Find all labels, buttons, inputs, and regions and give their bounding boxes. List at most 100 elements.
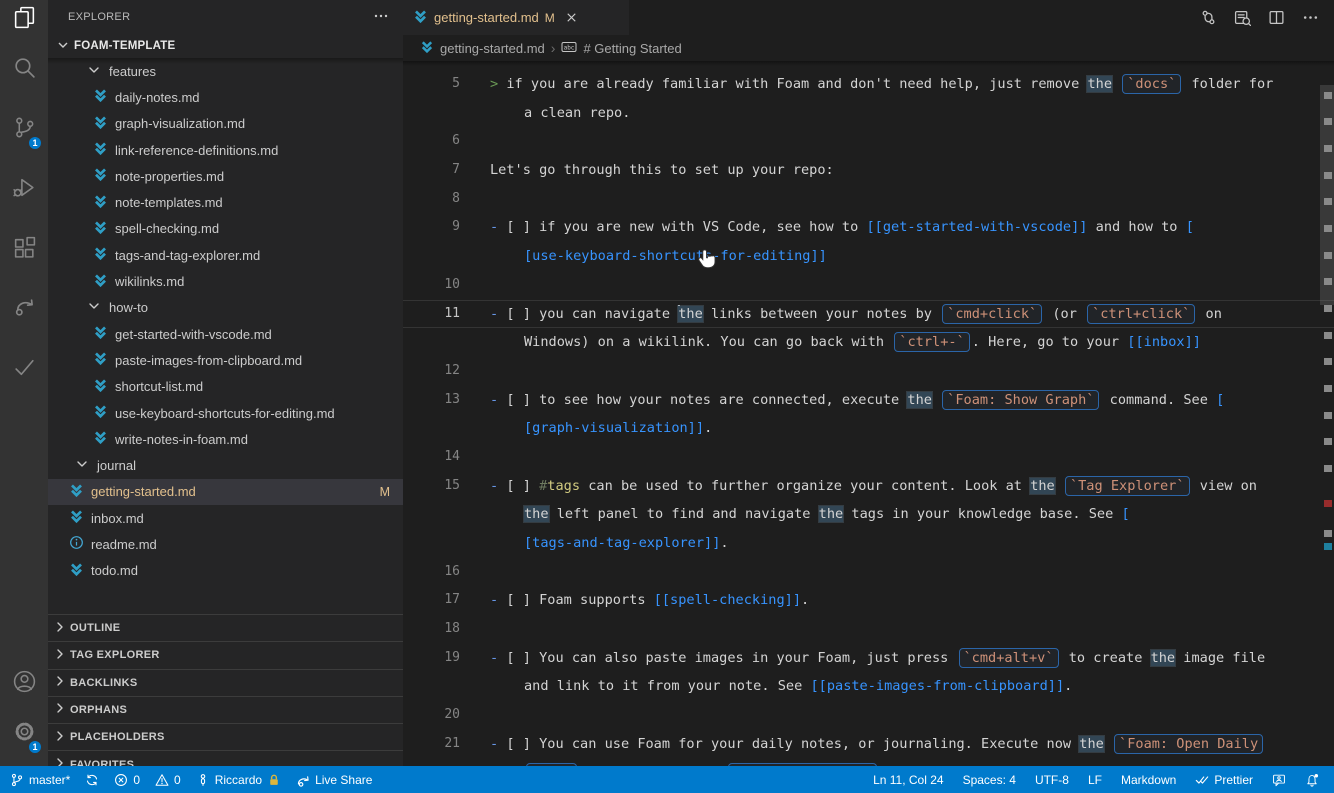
foam-file-icon	[93, 141, 108, 159]
activity-account-button[interactable]	[0, 664, 48, 704]
foam-file-icon	[93, 325, 108, 343]
tree-item-link-reference-definitions-md[interactable]: link-reference-definitions.md	[48, 137, 403, 163]
wikilink[interactable]: [	[1186, 219, 1194, 235]
section-placeholders[interactable]: PLACEHOLDERS	[48, 723, 403, 750]
status-errors[interactable]: 0	[114, 773, 140, 787]
tree-item-label: shortcut-list.md	[115, 379, 203, 394]
wikilink[interactable]: [tags-and-tag-explorer]]	[524, 535, 720, 551]
wikilink[interactable]: [[inbox]]	[1127, 334, 1201, 350]
feedback-icon	[1272, 773, 1286, 787]
close-icon[interactable]	[564, 10, 579, 25]
status-warnings[interactable]: 0	[155, 773, 181, 787]
tree-item-use-keyboard-shortcuts-for-editing-md[interactable]: use-keyboard-shortcuts-for-editing.md	[48, 400, 403, 426]
person-icon	[196, 773, 210, 787]
section-outline[interactable]: OUTLINE	[48, 614, 403, 641]
status-prettier[interactable]: Prettier	[1195, 773, 1253, 787]
tree-item-spell-checking-md[interactable]: spell-checking.md	[48, 216, 403, 242]
project-root-row[interactable]: FOAM-TEMPLATE	[48, 34, 403, 58]
more-actions-icon[interactable]	[373, 8, 389, 27]
activity-run-debug-button[interactable]	[0, 160, 48, 220]
line-content: - [ ] to see how your notes are connecte…	[460, 386, 1224, 415]
status-live-share[interactable]: Live Share	[296, 773, 372, 787]
section-orphans[interactable]: ORPHANS	[48, 696, 403, 723]
tree-item-graph-visualization-md[interactable]: graph-visualization.md	[48, 111, 403, 137]
tree-item-journal[interactable]: journal	[48, 452, 403, 478]
section-tag-explorer[interactable]: TAG EXPLORER	[48, 641, 403, 668]
line-number	[403, 529, 460, 558]
activity-live-share-button[interactable]	[0, 280, 48, 340]
tree-item-wikilinks-md[interactable]: wikilinks.md	[48, 268, 403, 294]
status-notifications[interactable]	[1305, 773, 1319, 787]
status-language-mode[interactable]: Markdown	[1121, 773, 1176, 787]
tree-item-tags-and-tag-explorer-md[interactable]: tags-and-tag-explorer.md	[48, 242, 403, 268]
tab-getting-started[interactable]: getting-started.md M	[403, 0, 629, 35]
tree-item-todo-md[interactable]: todo.md	[48, 558, 403, 584]
editor-wrap-row: Windows) on a wikilink. You can go back …	[403, 328, 1334, 357]
status-indentation[interactable]: Spaces: 4	[963, 773, 1016, 787]
section-label: PLACEHOLDERS	[70, 731, 165, 743]
line-number: 11	[403, 300, 460, 329]
editor[interactable]: 5> if you are already familiar with Foam…	[403, 61, 1334, 766]
status-eol[interactable]: LF	[1088, 773, 1102, 787]
breadcrumb-file[interactable]: getting-started.md	[440, 41, 545, 56]
breadcrumb-symbol[interactable]: # Getting Started	[583, 41, 681, 56]
activity-explorer-button[interactable]	[0, 0, 48, 40]
wikilink[interactable]: [graph-visualization]]	[524, 420, 704, 436]
text: [ ]	[498, 478, 539, 494]
tree-item-note-templates-md[interactable]: note-templates.md	[48, 189, 403, 215]
status-feedback[interactable]	[1272, 773, 1286, 787]
tree-item-how-to[interactable]: how-to	[48, 295, 403, 321]
tree-item-write-notes-in-foam-md[interactable]: write-notes-in-foam.md	[48, 426, 403, 452]
run-debug-icon	[12, 175, 37, 205]
split-editor-icon[interactable]	[1268, 9, 1285, 26]
activity-search-button[interactable]	[0, 40, 48, 100]
tree-item-daily-notes-md[interactable]: daily-notes.md	[48, 84, 403, 110]
overview-mark-gray	[1324, 198, 1332, 205]
editor-line-16: 16	[403, 558, 1334, 587]
git-modified-badge: M	[380, 485, 390, 499]
inline-code: Note`	[526, 763, 577, 767]
sidebar-explorer: EXPLORER FOAM-TEMPLATE featuresdaily-not…	[48, 0, 403, 766]
activity-settings-button[interactable]: 1	[0, 704, 48, 764]
chevron-down-icon	[55, 37, 71, 56]
tree-item-paste-images-from-clipboard-md[interactable]: paste-images-from-clipboard.md	[48, 347, 403, 373]
tree-item-label: how-to	[109, 300, 148, 315]
open-changes-icon[interactable]	[1200, 9, 1217, 26]
overview-ruler[interactable]	[1320, 61, 1334, 766]
tree-item-note-properties-md[interactable]: note-properties.md	[48, 163, 403, 189]
status-label: Live Share	[315, 773, 372, 787]
wikilink[interactable]: [[get-started-with-vscode]]	[866, 219, 1087, 235]
tree-item-shortcut-list-md[interactable]: shortcut-list.md	[48, 374, 403, 400]
line-content	[460, 185, 490, 214]
line-number: 8	[403, 185, 460, 214]
wikilink[interactable]: [	[1216, 392, 1224, 408]
section-favorites[interactable]: FAVORITES	[48, 750, 403, 766]
wikilink[interactable]: [[paste-images-from-clipboard]]	[810, 678, 1064, 694]
tree-item-readme-md[interactable]: readme.md	[48, 531, 403, 557]
activity-source-control-button[interactable]: 1	[0, 100, 48, 160]
more-actions-icon[interactable]	[1302, 9, 1319, 26]
text: can be used to further organize your con…	[580, 478, 1030, 494]
status-live-share-user[interactable]: Riccardo	[196, 773, 281, 787]
activity-extensions-button[interactable]	[0, 220, 48, 280]
line-content: the left panel to find and navigate the …	[460, 500, 1130, 529]
editor-line-7: 7Let's go through this to set up your re…	[403, 156, 1334, 185]
breadcrumb-separator: ›	[551, 40, 556, 56]
editor-wrap-row: and link to it from your note. See [[pas…	[403, 672, 1334, 701]
tree-item-inbox-md[interactable]: inbox.md	[48, 505, 403, 531]
text: .	[720, 535, 728, 551]
status-sync[interactable]	[85, 773, 99, 787]
wikilink[interactable]: [	[1121, 506, 1129, 522]
wikilink[interactable]: [use-keyboard-shortcuts-for-editing]]	[524, 248, 827, 264]
open-preview-icon[interactable]	[1234, 9, 1251, 26]
section-backlinks[interactable]: BACKLINKS	[48, 669, 403, 696]
status-cursor-position[interactable]: Ln 11, Col 24	[873, 773, 944, 787]
wikilink[interactable]: [[spell-checking]]	[654, 592, 801, 608]
status-encoding[interactable]: UTF-8	[1035, 773, 1069, 787]
status-git-branch[interactable]: master*	[10, 773, 70, 787]
tree-item-get-started-with-vscode-md[interactable]: get-started-with-vscode.md	[48, 321, 403, 347]
tree-item-features[interactable]: features	[48, 58, 403, 84]
activity-tasks-check-button[interactable]	[0, 340, 48, 400]
tree-item-getting-started-md[interactable]: getting-started.mdM	[48, 479, 403, 505]
inline-code: `Foam: Open Daily	[1114, 734, 1263, 754]
